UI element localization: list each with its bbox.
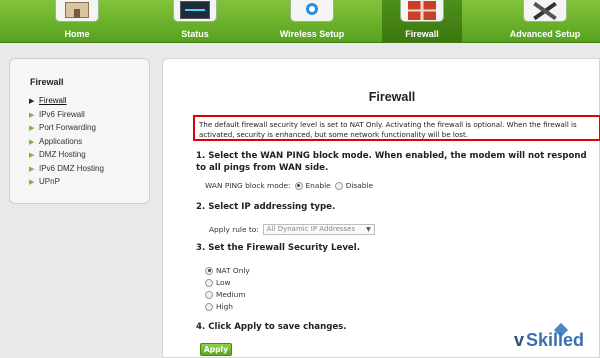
arrow-right-icon: ▶ xyxy=(29,138,35,146)
arrow-right-icon: ▶ xyxy=(29,165,35,173)
level-high-radio[interactable] xyxy=(205,302,213,311)
wireless-icon xyxy=(306,3,318,15)
apply-rule-value: All Dynamic IP Addresses xyxy=(266,225,356,233)
status-icon xyxy=(180,1,210,19)
watermark-v: v xyxy=(514,330,525,350)
sidebar-item-port-forwarding[interactable]: ▶ Port Forwarding xyxy=(29,123,104,137)
step-2-heading: 2. Select IP addressing type. xyxy=(196,202,336,212)
tab-wireless-label: Wireless Setup xyxy=(279,29,345,39)
tab-advanced-label: Advanced Setup xyxy=(509,29,581,39)
sidebar-title: Firewall xyxy=(30,77,64,87)
main-panel: Firewall The default firewall security l… xyxy=(162,58,600,358)
sidebar-item-ipv6-firewall[interactable]: ▶ IPv6 Firewall xyxy=(29,110,104,124)
level-medium-row: Medium xyxy=(205,290,246,299)
ping-enable-radio[interactable] xyxy=(294,181,303,190)
ping-enable-label: Enable xyxy=(305,181,331,190)
firewall-note: The default firewall security level is s… xyxy=(193,115,600,141)
apply-rule-row: Apply rule to: All Dynamic IP Addresses … xyxy=(209,224,375,235)
level-high-label: High xyxy=(216,302,233,311)
arrow-right-icon: ▶ xyxy=(29,152,35,159)
page-title: Firewall xyxy=(368,90,416,104)
step-1-heading: 1. Select the WAN PING block mode. When … xyxy=(196,151,587,173)
level-low-radio[interactable] xyxy=(205,278,213,287)
arrow-right-icon: ▶ xyxy=(29,179,35,186)
arrow-right-icon: ▶ xyxy=(29,111,35,119)
level-nat-only-radio[interactable] xyxy=(205,266,213,275)
ping-mode-row: WAN PING block mode: Enable Disable xyxy=(205,181,373,190)
arrow-right-icon: ▶ xyxy=(29,98,35,105)
level-high-row: High xyxy=(205,302,233,311)
level-medium-radio[interactable] xyxy=(205,290,213,299)
sidebar-item-applications[interactable]: ▶ Applications xyxy=(29,137,104,151)
ping-disable-radio[interactable] xyxy=(334,181,343,190)
tab-firewall[interactable]: Firewall xyxy=(382,0,462,43)
watermark-text: Skilled xyxy=(526,330,585,350)
tab-status[interactable]: Status xyxy=(155,0,235,43)
sidebar: Firewall ▶ Firewall ▶ IPv6 Firewall ▶ Port … xyxy=(9,58,150,204)
apply-rule-label: Apply rule to: xyxy=(209,225,259,234)
level-nat-only-row: NAT Only xyxy=(205,266,250,275)
step-3-heading: 3. Set the Firewall Security Level. xyxy=(196,243,360,253)
sidebar-item-upnp[interactable]: ▶ UPnP xyxy=(29,177,104,191)
level-nat-only-label: NAT Only xyxy=(216,266,250,275)
apply-button[interactable]: Apply xyxy=(200,343,232,356)
level-medium-label: Medium xyxy=(216,290,246,299)
chevron-down-icon: ▼ xyxy=(366,226,371,233)
sidebar-item-dmz-hosting[interactable]: ▶ DMZ Hosting xyxy=(29,150,104,164)
tab-status-label: Status xyxy=(181,29,209,39)
arrow-right-icon: ▶ xyxy=(29,125,35,132)
ping-mode-label: WAN PING block mode: xyxy=(205,181,291,190)
firewall-icon xyxy=(408,1,436,20)
sidebar-item-firewall[interactable]: ▶ Firewall xyxy=(29,96,104,110)
tab-firewall-label: Firewall xyxy=(405,29,439,39)
tab-advanced-setup[interactable]: Advanced Setup xyxy=(500,0,590,43)
level-low-label: Low xyxy=(216,278,231,287)
sidebar-menu: ▶ Firewall ▶ IPv6 Firewall ▶ Port Forwardin… xyxy=(29,96,104,191)
tab-home-label: Home xyxy=(64,29,90,39)
ping-disable-label: Disable xyxy=(345,181,374,190)
home-icon xyxy=(65,2,89,18)
vskilled-watermark: v Skilled xyxy=(500,322,600,358)
tab-home[interactable]: Home xyxy=(37,0,117,43)
apply-rule-select[interactable]: All Dynamic IP Addresses ▼ xyxy=(262,224,375,235)
tab-wireless-setup[interactable]: Wireless Setup xyxy=(266,0,358,43)
top-nav: Home Status Wireless Setup Firewall Adva… xyxy=(0,0,600,43)
level-low-row: Low xyxy=(205,278,231,287)
sidebar-item-ipv6-dmz-hosting[interactable]: ▶ IPv6 DMZ Hosting xyxy=(29,164,104,178)
